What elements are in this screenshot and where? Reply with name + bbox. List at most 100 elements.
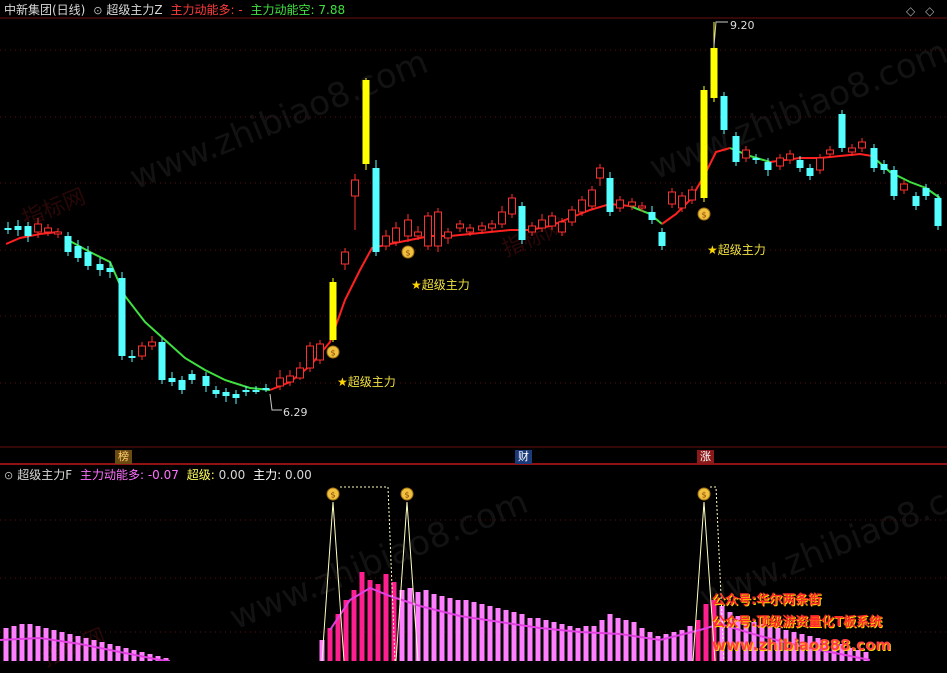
momentum-bar [51, 630, 57, 661]
candlestick-chart[interactable]: $ $ $ $ $ $ [0, 0, 947, 661]
momentum-bar [623, 620, 629, 661]
momentum-bar [67, 634, 73, 661]
star-icon: ★ [337, 375, 348, 389]
candle-body [434, 211, 442, 247]
momentum-bar [75, 636, 81, 661]
candle-body [806, 168, 814, 176]
candle-body [858, 141, 866, 149]
event-tag-zhang[interactable]: 涨 [697, 450, 714, 464]
candle-body [414, 231, 422, 237]
money-bag-icon: $ [330, 491, 335, 500]
momentum-bar [11, 626, 17, 661]
momentum-bar [99, 642, 105, 661]
momentum-bar [19, 624, 25, 661]
candle-body [688, 189, 696, 201]
candle-body [900, 183, 908, 191]
signal-text: 超级主力 [717, 243, 766, 257]
momentum-bar [447, 598, 453, 661]
candle-body [96, 264, 104, 270]
signal-label-1: ★超级主力 [337, 373, 396, 390]
candle-body [372, 168, 380, 252]
candle-body [222, 392, 230, 396]
candle-body [362, 80, 370, 164]
candle-body [392, 227, 400, 243]
money-bag-icon: $ [404, 491, 409, 500]
candle-body [158, 342, 166, 380]
candle-body [84, 252, 92, 266]
candle-body [588, 189, 596, 207]
candle-body [558, 221, 566, 233]
candle-body [262, 388, 270, 390]
money-bag-icon: $ [405, 249, 410, 258]
candle-body [776, 157, 784, 167]
candle-body [700, 90, 708, 198]
momentum-bar [35, 626, 41, 661]
candle-body [796, 160, 804, 168]
candle-body [316, 343, 324, 361]
candle-body [880, 164, 888, 170]
ma-line-down [629, 205, 663, 225]
momentum-bar [703, 604, 709, 661]
candle-body [658, 232, 666, 246]
star-icon: ★ [411, 278, 422, 292]
momentum-bar [695, 620, 701, 661]
high-price-value: 9.20 [730, 19, 755, 32]
candle-body [118, 278, 126, 356]
candle-body [606, 178, 614, 212]
candle-body [14, 226, 22, 230]
candle-body [4, 228, 12, 230]
candle-body [568, 209, 576, 223]
event-tag-bang[interactable]: 榜 [115, 450, 132, 464]
momentum-bar [527, 618, 533, 661]
momentum-bar [423, 590, 429, 661]
momentum-bar [631, 622, 637, 661]
candle-body [720, 96, 728, 130]
momentum-bar [503, 610, 509, 661]
candle-body [276, 377, 284, 387]
momentum-bar [91, 640, 97, 661]
momentum-bar [519, 614, 525, 661]
momentum-bar [43, 628, 49, 661]
spike-line [321, 501, 345, 661]
momentum-bar [471, 602, 477, 661]
momentum-bar [495, 608, 501, 661]
momentum-bar [351, 590, 357, 661]
momentum-bar [463, 600, 469, 661]
low-leader-line [269, 393, 282, 411]
candle-body [578, 199, 586, 213]
momentum-bar [59, 632, 65, 661]
momentum-bar [83, 638, 89, 661]
promo-site: www.zhibiao888.com [712, 636, 892, 654]
candle-body [922, 188, 930, 196]
candle-body [242, 390, 250, 392]
candle-body [548, 215, 556, 227]
momentum-bar [359, 572, 365, 661]
candle-body [424, 215, 432, 247]
momentum-bar [639, 628, 645, 661]
momentum-bar [375, 584, 381, 661]
promo-line-2: 公众号:顶级游资量化T板系统 [712, 615, 883, 630]
money-bag-icon: $ [701, 491, 706, 500]
candle-body [678, 195, 686, 209]
momentum-bar [607, 614, 613, 661]
candle-body [404, 219, 412, 237]
candle-body [306, 345, 314, 369]
candle-body [188, 374, 196, 380]
signal-label-2: ★超级主力 [411, 276, 470, 293]
money-bag-icon: $ [330, 349, 335, 358]
momentum-bar [439, 596, 445, 661]
money-bag-icon: $ [701, 211, 706, 220]
spike-line [395, 501, 419, 661]
candle-body [232, 394, 240, 398]
candle-body [54, 231, 62, 235]
high-price-label: 9.20 [730, 19, 755, 32]
low-price-label: 6.29 [283, 406, 308, 419]
candle-body [478, 225, 486, 231]
candle-body [252, 390, 260, 392]
candle-body [538, 219, 546, 229]
candle-body [212, 390, 220, 394]
event-tag-cai[interactable]: 财 [515, 450, 532, 464]
candle-body [444, 231, 452, 239]
candle-body [826, 149, 834, 155]
candle-body [202, 376, 210, 386]
